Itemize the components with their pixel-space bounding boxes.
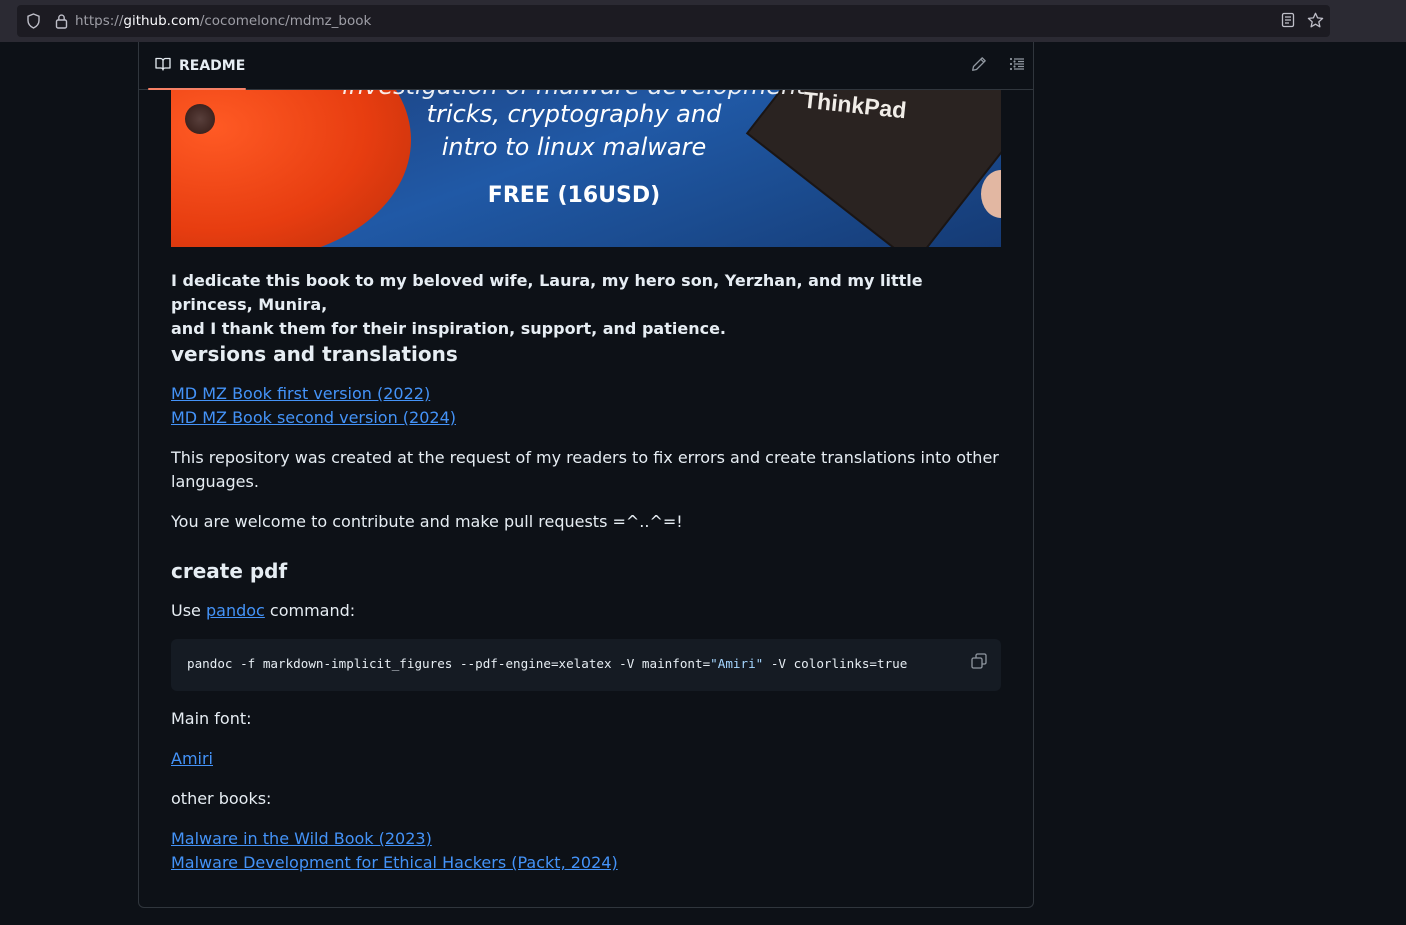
welcome-paragraph: You are welcome to contribute and make p… <box>171 512 683 531</box>
banner-line-1: tricks, cryptography and <box>426 100 722 128</box>
code-part-2: -V colorlinks=true <box>763 656 908 671</box>
repo-note-line-1: This repository was created at the reque… <box>171 448 999 467</box>
code-block[interactable]: pandoc -f markdown-implicit_figures --pd… <box>171 639 1001 691</box>
main-font-label: Main font: <box>171 709 252 728</box>
shield-icon[interactable] <box>25 13 41 29</box>
book-links: Malware in the Wild Book (2023) Malware … <box>171 827 1001 875</box>
code-text: pandoc -f markdown-implicit_figures --pd… <box>187 656 957 671</box>
dedication-paragraph: I dedicate this book to my beloved wife,… <box>171 269 1001 341</box>
address-bar[interactable]: https://github.com/cocomelonc/mdmz_book <box>17 5 1330 37</box>
dedication-line-2: and I thank them for their inspiration, … <box>171 319 726 338</box>
version-links: MD MZ Book first version (2022) MD MZ Bo… <box>171 382 1001 430</box>
link-malware-development-packt[interactable]: Malware Development for Ethical Hackers … <box>171 853 618 872</box>
heading-versions: versions and translations <box>171 342 458 366</box>
book-icon <box>155 56 171 76</box>
copy-icon[interactable] <box>971 653 987 673</box>
browser-toolbar: https://github.com/cocomelonc/mdmz_book <box>0 0 1406 42</box>
dedication-line-1: I dedicate this book to my beloved wife,… <box>171 271 923 314</box>
book-cover-banner: ThinkPad investigation of malware develo… <box>171 90 1001 247</box>
other-books-label: other books: <box>171 789 272 808</box>
readme-panel: README ThinkPad investigation of malware… <box>138 42 1034 908</box>
url-text[interactable]: https://github.com/cocomelonc/mdmz_book <box>75 13 371 29</box>
heading-create-pdf: create pdf <box>171 559 288 583</box>
repo-note-line-2: languages. <box>171 472 259 491</box>
readme-header: README <box>139 42 1033 90</box>
font-link-paragraph: Amiri <box>171 747 1001 771</box>
link-first-version[interactable]: MD MZ Book first version (2022) <box>171 384 430 403</box>
repo-note-paragraph: This repository was created at the reque… <box>171 446 1001 494</box>
use-suffix: command: <box>264 601 356 620</box>
link-pandoc[interactable]: pandoc <box>206 601 265 620</box>
pencil-icon[interactable] <box>971 56 987 76</box>
use-prefix: Use <box>171 601 206 620</box>
banner-line-0: investigation of malware development <box>171 90 977 100</box>
active-tab-indicator <box>148 88 246 90</box>
link-amiri[interactable]: Amiri <box>171 749 213 768</box>
url-path: /cocomelonc/mdmz_book <box>199 13 372 29</box>
tab-readme[interactable]: README <box>147 42 253 90</box>
banner-price: FREE (16USD) <box>487 183 661 208</box>
banner-line-2: intro to linux malware <box>441 133 707 161</box>
tab-readme-label: README <box>179 58 246 74</box>
hand-shape <box>981 170 1001 218</box>
code-part-1: pandoc -f markdown-implicit_figures --pd… <box>187 656 711 671</box>
outline-list-icon[interactable] <box>1009 56 1025 76</box>
url-host: github.com <box>123 13 200 29</box>
reader-view-icon[interactable] <box>1281 12 1295 33</box>
code-string: "Amiri" <box>710 656 764 671</box>
bookmark-star-icon[interactable] <box>1307 12 1324 33</box>
use-pandoc-paragraph: Use pandoc command: <box>171 599 1001 623</box>
lock-icon[interactable] <box>53 13 69 29</box>
url-scheme: https:// <box>75 13 124 29</box>
link-second-version[interactable]: MD MZ Book second version (2024) <box>171 408 456 427</box>
link-malware-in-the-wild[interactable]: Malware in the Wild Book (2023) <box>171 829 432 848</box>
